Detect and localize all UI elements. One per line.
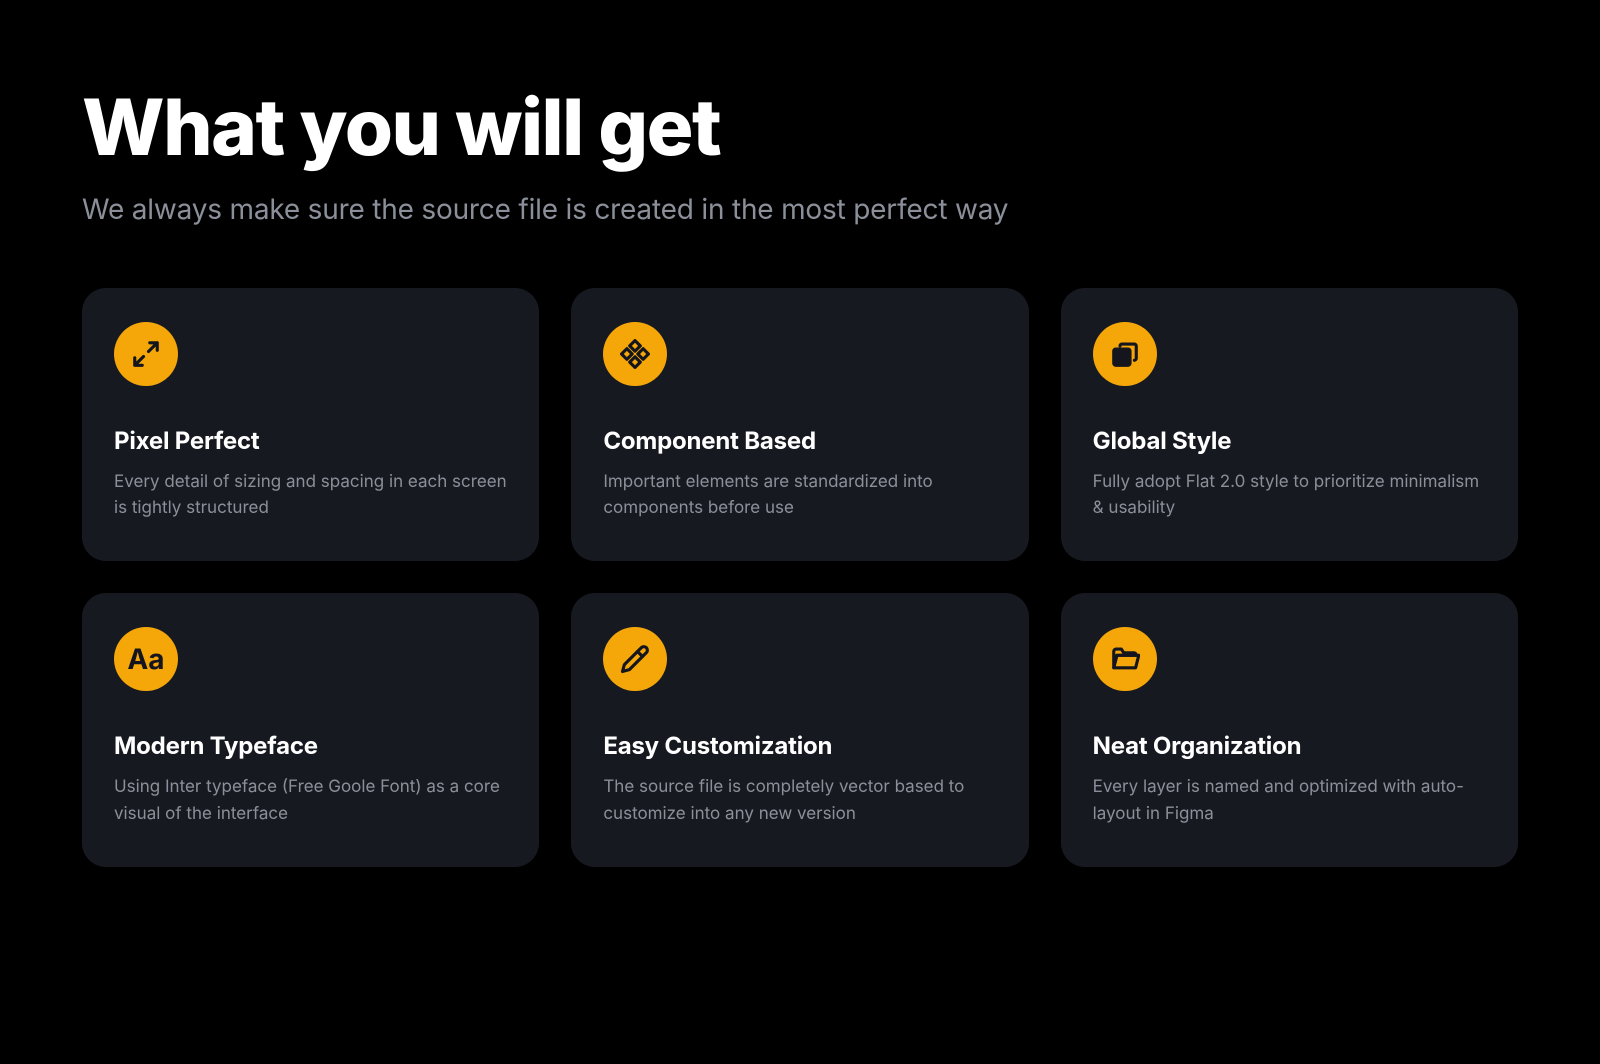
feature-card-easy-customization: Easy Customization The source file is co… xyxy=(571,593,1028,867)
copy-icon xyxy=(1093,322,1157,386)
feature-card-pixel-perfect: Pixel Perfect Every detail of sizing and… xyxy=(82,288,539,562)
feature-card-desc: The source file is completely vector bas… xyxy=(603,774,996,827)
feature-card-desc: Every layer is named and optimized with … xyxy=(1093,774,1486,827)
pencil-icon xyxy=(603,627,667,691)
expand-icon xyxy=(114,322,178,386)
feature-card-title: Global Style xyxy=(1093,426,1486,455)
typeface-icon: Aa xyxy=(114,627,178,691)
feature-card-desc: Every detail of sizing and spacing in ea… xyxy=(114,469,507,522)
feature-card-desc: Using Inter typeface (Free Goole Font) a… xyxy=(114,774,507,827)
feature-card-title: Modern Typeface xyxy=(114,731,507,760)
feature-card-component-based: Component Based Important elements are s… xyxy=(571,288,1028,562)
page-heading: What you will get xyxy=(82,84,1518,170)
feature-card-title: Pixel Perfect xyxy=(114,426,507,455)
feature-card-neat-organization: Neat Organization Every layer is named a… xyxy=(1061,593,1518,867)
feature-card-title: Component Based xyxy=(603,426,996,455)
feature-card-title: Easy Customization xyxy=(603,731,996,760)
page-subheading: We always make sure the source file is c… xyxy=(82,192,1518,226)
feature-card-desc: Important elements are standardized into… xyxy=(603,469,996,522)
folder-icon xyxy=(1093,627,1157,691)
components-icon xyxy=(603,322,667,386)
feature-card-title: Neat Organization xyxy=(1093,731,1486,760)
feature-card-global-style: Global Style Fully adopt Flat 2.0 style … xyxy=(1061,288,1518,562)
feature-grid: Pixel Perfect Every detail of sizing and… xyxy=(82,288,1518,867)
feature-card-desc: Fully adopt Flat 2.0 style to prioritize… xyxy=(1093,469,1486,522)
feature-card-modern-typeface: Aa Modern Typeface Using Inter typeface … xyxy=(82,593,539,867)
